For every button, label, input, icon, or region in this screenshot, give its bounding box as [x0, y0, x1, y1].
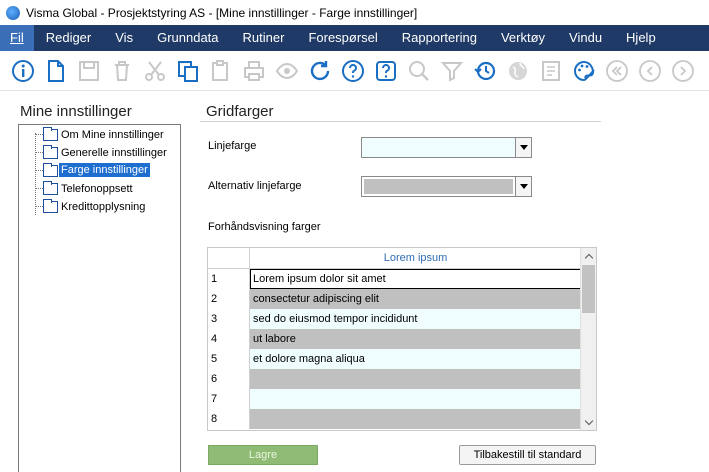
sidebar-title: Mine innstillinger: [20, 103, 132, 120]
section-title: Gridfarger: [206, 103, 274, 120]
history-icon[interactable]: [472, 58, 498, 84]
chevron-down-icon[interactable]: [515, 138, 531, 157]
print-icon[interactable]: [241, 58, 267, 84]
table-cell[interactable]: Lorem ipsum dolor sit amet: [250, 269, 581, 289]
section-divider: [200, 121, 601, 122]
tree-item-om-mine-innstillinger[interactable]: Om Mine innstillinger: [59, 128, 166, 142]
settings-tree: Om Mine innstillinger Generelle innstill…: [18, 124, 181, 472]
refresh-icon[interactable]: [307, 58, 333, 84]
globe-icon[interactable]: [505, 58, 531, 84]
cut-icon[interactable]: [142, 58, 168, 84]
tree-item-kredittopplysning[interactable]: Kredittopplysning: [59, 200, 147, 214]
menu-rutiner[interactable]: Rutiner: [231, 25, 297, 51]
table-cell[interactable]: [250, 389, 581, 409]
menu-hjelp[interactable]: Hjelp: [614, 25, 668, 51]
folder-icon: [43, 145, 58, 159]
menu-verktoy[interactable]: Verktøy: [489, 25, 557, 51]
table-row[interactable]: 4 ut labore: [208, 329, 581, 349]
info-icon[interactable]: [10, 58, 36, 84]
copy-icon[interactable]: [175, 58, 201, 84]
app-window: Visma Global - Prosjektstyring AS - [Min…: [0, 0, 709, 472]
table-cell[interactable]: et dolore magna aliqua: [250, 349, 581, 369]
row-number: 2: [208, 289, 250, 309]
first-icon[interactable]: [604, 58, 630, 84]
row-number: 1: [208, 269, 250, 289]
folder-icon: [43, 181, 58, 195]
folder-open-icon: [43, 163, 58, 177]
line-color-select[interactable]: [361, 137, 532, 158]
grid-corner: [208, 248, 250, 269]
table-row[interactable]: 5 et dolore magna aliqua: [208, 349, 581, 369]
table-cell[interactable]: [250, 369, 581, 389]
table-cell[interactable]: ut labore: [250, 329, 581, 349]
vertical-scrollbar[interactable]: [580, 248, 596, 430]
folder-icon: [43, 127, 58, 141]
tree-line: [35, 133, 36, 215]
preview-label: Forhåndsvisning farger: [208, 221, 321, 233]
row-number: 4: [208, 329, 250, 349]
menu-vindu[interactable]: Vindu: [557, 25, 614, 51]
scroll-thumb[interactable]: [582, 265, 595, 313]
tree-item-farge-innstillinger[interactable]: Farge innstillinger: [59, 163, 150, 177]
table-row[interactable]: 7: [208, 389, 581, 409]
table-row[interactable]: 3 sed do eiusmod tempor incididunt: [208, 309, 581, 329]
row-number: 8: [208, 409, 250, 429]
preview-grid[interactable]: Lorem ipsum 1 Lorem ipsum dolor sit amet…: [207, 247, 597, 431]
row-number: 6: [208, 369, 250, 389]
scroll-down-icon[interactable]: [581, 414, 597, 430]
line-color-swatch: [362, 138, 515, 157]
preview-icon[interactable]: [274, 58, 300, 84]
row-number: 7: [208, 389, 250, 409]
save-button[interactable]: Lagre: [208, 445, 318, 465]
delete-icon[interactable]: [109, 58, 135, 84]
menu-fil[interactable]: Fil: [0, 25, 34, 51]
grid-header: Lorem ipsum: [208, 248, 581, 269]
row-number: 3: [208, 309, 250, 329]
title-bar: Visma Global - Prosjektstyring AS - [Min…: [0, 0, 709, 25]
table-cell[interactable]: sed do eiusmod tempor incididunt: [250, 309, 581, 329]
folder-icon: [43, 199, 58, 213]
menu-grunndata[interactable]: Grunndata: [145, 25, 230, 51]
alt-line-color-swatch: [364, 179, 513, 194]
menu-rapportering[interactable]: Rapportering: [390, 25, 489, 51]
table-cell[interactable]: [250, 409, 581, 429]
new-document-icon[interactable]: [43, 58, 69, 84]
row-number: 5: [208, 349, 250, 369]
help-icon[interactable]: [340, 58, 366, 84]
menu-foresporsel[interactable]: Forespørsel: [296, 25, 389, 51]
save-icon[interactable]: [76, 58, 102, 84]
paste-icon[interactable]: [208, 58, 234, 84]
chevron-down-icon[interactable]: [515, 177, 531, 196]
filter-icon[interactable]: [439, 58, 465, 84]
notes-icon[interactable]: [538, 58, 564, 84]
tree-item-generelle-innstillinger[interactable]: Generelle innstillinger: [59, 146, 169, 160]
menu-bar: Fil Rediger Vis Grunndata Rutiner Foresp…: [0, 25, 709, 51]
table-row[interactable]: 2 consectetur adipiscing elit: [208, 289, 581, 309]
table-cell[interactable]: consectetur adipiscing elit: [250, 289, 581, 309]
menu-rediger[interactable]: Rediger: [34, 25, 104, 51]
table-row[interactable]: 6: [208, 369, 581, 389]
menu-vis[interactable]: Vis: [103, 25, 145, 51]
column-header[interactable]: Lorem ipsum: [250, 248, 581, 269]
search-icon[interactable]: [406, 58, 432, 84]
next-icon[interactable]: [670, 58, 696, 84]
visma-logo-icon: [6, 5, 20, 20]
context-help-icon[interactable]: [373, 58, 399, 84]
alt-line-color-select[interactable]: [361, 176, 532, 197]
table-row[interactable]: 1 Lorem ipsum dolor sit amet: [208, 269, 581, 289]
window-title: Visma Global - Prosjektstyring AS - [Min…: [26, 5, 418, 20]
previous-icon[interactable]: [637, 58, 663, 84]
toolbar: [0, 51, 709, 91]
reset-to-default-button[interactable]: Tilbakestill til standard: [459, 445, 596, 465]
scroll-up-icon[interactable]: [581, 248, 597, 264]
alt-line-color-label: Alternativ linjefarge: [208, 180, 302, 192]
palette-icon[interactable]: [571, 58, 597, 84]
table-row[interactable]: 8: [208, 409, 581, 429]
line-color-label: Linjefarge: [208, 140, 257, 152]
tree-item-telefonoppsett[interactable]: Telefonoppsett: [59, 182, 135, 196]
